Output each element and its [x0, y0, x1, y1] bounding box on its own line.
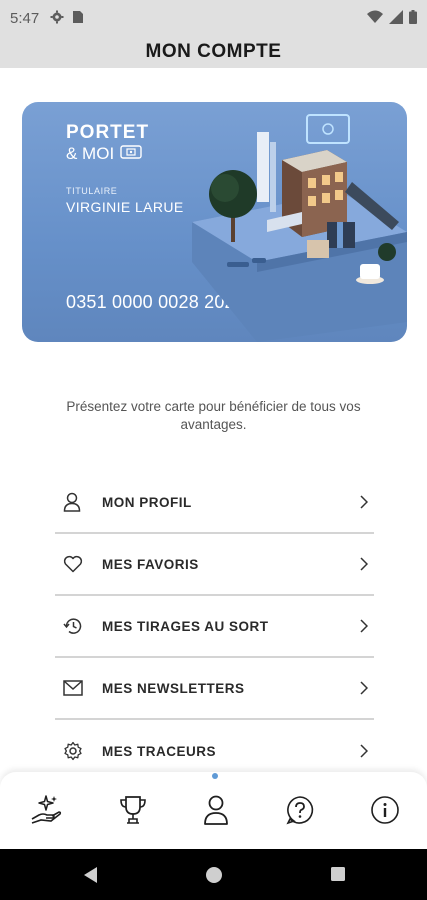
nav-contests[interactable]	[113, 792, 153, 832]
system-navigation-bar	[0, 849, 427, 900]
back-icon[interactable]	[82, 866, 98, 889]
chevron-right-icon	[348, 557, 368, 571]
card-mini-icon	[120, 144, 142, 164]
chevron-right-icon	[348, 495, 368, 509]
cellular-signal-icon	[389, 10, 403, 29]
brand-subtitle-text: & MOI	[66, 144, 115, 163]
card-brand: PORTET & MOI	[66, 122, 149, 164]
info-icon	[370, 795, 400, 830]
wifi-icon	[367, 10, 383, 29]
status-right-icons	[367, 10, 417, 29]
menu-item-newsletters[interactable]: MES NEWSLETTERS	[55, 658, 374, 720]
menu-item-label: MES TRACEURS	[102, 743, 217, 759]
card-holder-name: VIRGINIE LARUE	[66, 199, 184, 215]
page-title: MON COMPTE	[145, 41, 282, 62]
card-holder-label: TITULAIRE	[66, 186, 118, 196]
heart-icon	[63, 555, 97, 573]
menu-item-profile[interactable]: MON PROFIL	[55, 472, 374, 534]
nav-account[interactable]	[196, 792, 236, 832]
account-menu: MON PROFIL MES FAVORIS MES TIRAGES AU SO…	[55, 472, 374, 782]
menu-item-favorites[interactable]: MES FAVORIS	[55, 534, 374, 596]
gear-icon	[63, 741, 97, 761]
account-icon	[202, 794, 230, 831]
shopping-mall-illustration	[192, 114, 407, 342]
chevron-right-icon	[348, 681, 368, 695]
bottom-navigation	[0, 772, 427, 849]
menu-item-label: MON PROFIL	[102, 494, 192, 510]
card-instructions: Présentez votre carte pour bénéficier de…	[66, 399, 361, 432]
menu-item-label: MES NEWSLETTERS	[102, 680, 245, 696]
menu-item-label: MES TIRAGES AU SORT	[102, 618, 269, 634]
sparkle-hand-icon	[29, 793, 63, 832]
app-header: MON COMPTE	[0, 38, 427, 68]
user-icon	[63, 492, 97, 512]
battery-icon	[409, 10, 417, 29]
active-indicator	[212, 773, 218, 779]
home-icon[interactable]	[205, 866, 223, 889]
nav-help[interactable]	[280, 792, 320, 832]
sim-card-icon	[72, 10, 84, 29]
status-time: 5:47	[10, 10, 40, 27]
chevron-right-icon	[348, 619, 368, 633]
recents-icon[interactable]	[330, 866, 346, 887]
help-icon	[285, 795, 315, 830]
brand-subtitle: & MOI	[66, 144, 149, 164]
loyalty-card[interactable]: PORTET & MOI TITULAIRE VIRGINIE LARUE 03…	[22, 102, 407, 342]
mail-icon	[63, 680, 97, 696]
chevron-right-icon	[348, 744, 368, 758]
brand-name: PORTET	[66, 122, 150, 143]
status-left-icons	[50, 10, 84, 29]
nav-info[interactable]	[365, 792, 405, 832]
trophy-icon	[118, 794, 148, 831]
history-icon	[63, 616, 97, 636]
settings-icon	[50, 10, 64, 29]
menu-item-draws[interactable]: MES TIRAGES AU SORT	[55, 596, 374, 658]
status-bar: 5:47	[0, 0, 427, 38]
menu-item-label: MES FAVORIS	[102, 556, 199, 572]
nav-offers[interactable]	[26, 792, 66, 832]
